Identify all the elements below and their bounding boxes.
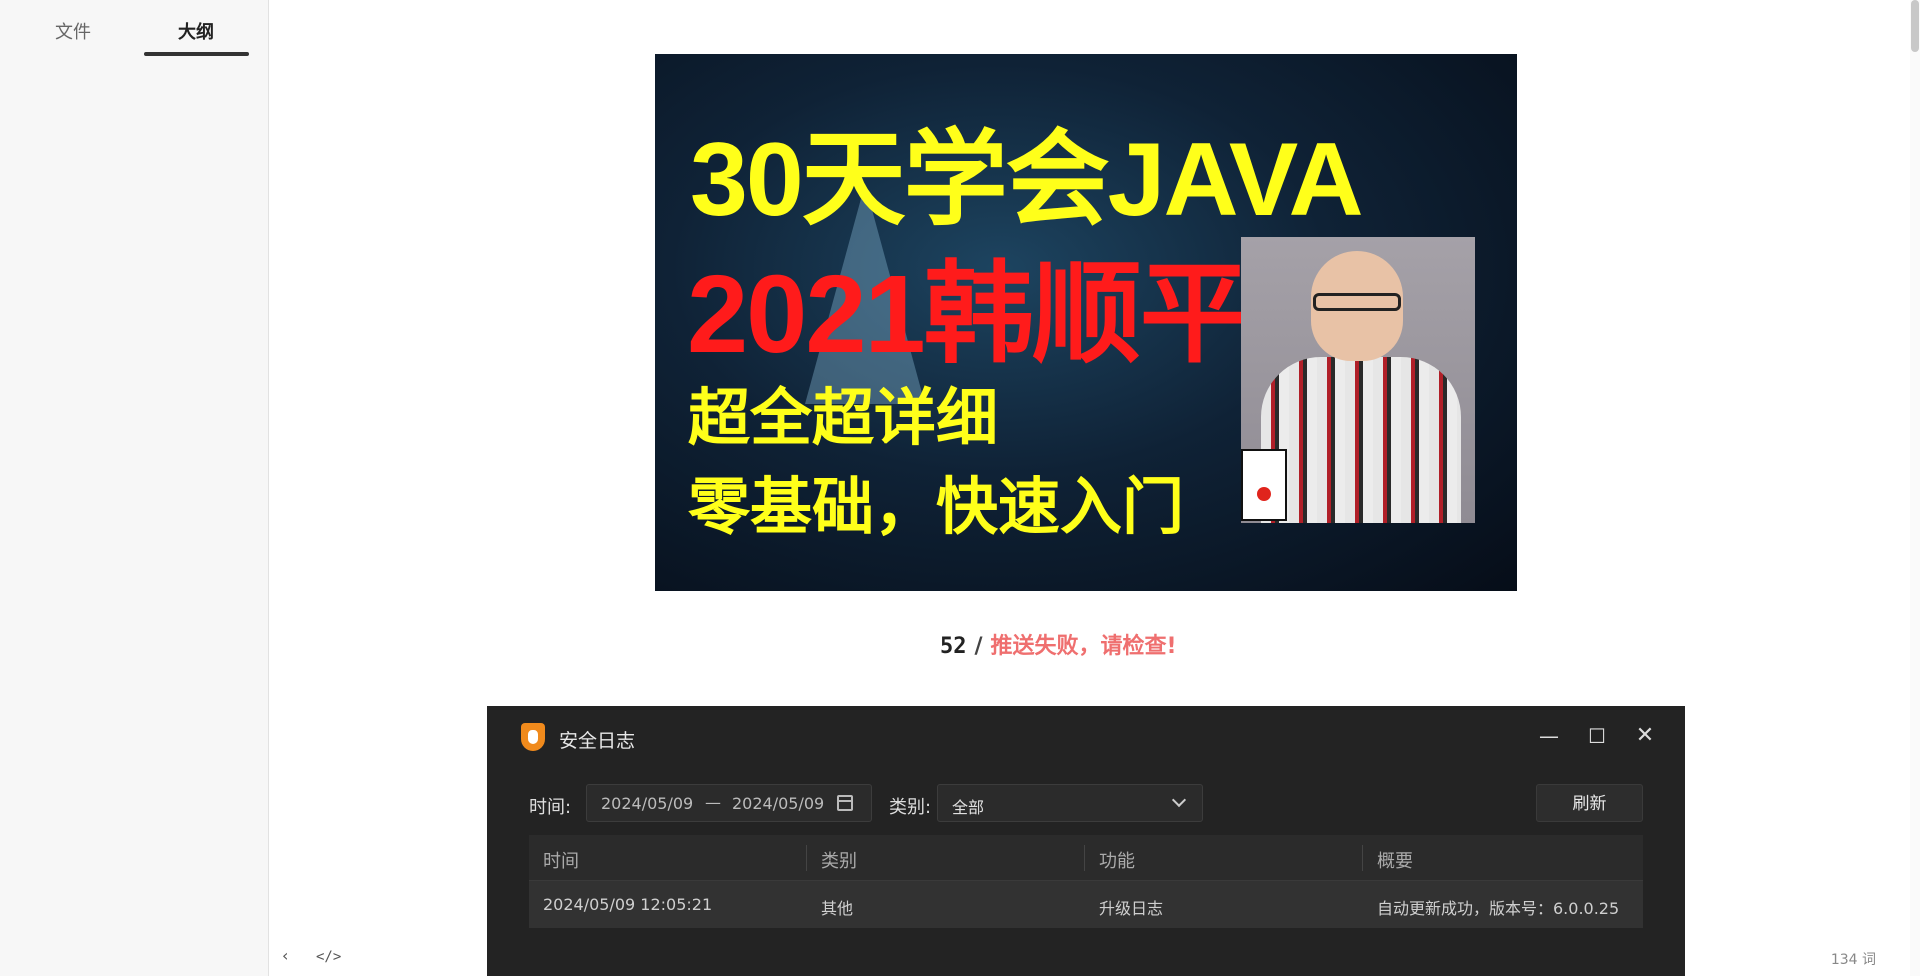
table-row[interactable]: 2024/05/09 12:05:21 其他 升级日志 自动更新成功，版本号：6… (529, 881, 1643, 928)
refresh-button[interactable]: 刷新 (1536, 784, 1643, 822)
window-title: 安全日志 (559, 730, 636, 752)
scrollbar-thumb[interactable] (1911, 0, 1919, 52)
date-end: 2024/05/09 (732, 794, 825, 813)
maximize-button[interactable]: ☐ (1581, 720, 1613, 752)
column-header-function[interactable]: 功能 (1099, 847, 1135, 873)
close-button[interactable]: ✕ (1629, 720, 1661, 752)
banner-subtitle: 超全超详细 (688, 384, 999, 453)
column-divider (806, 845, 807, 871)
course-banner-image: 30天学会JAVA 2021韩顺平 超全超详细 零基础，快速入门 (655, 54, 1517, 591)
photo-glasses (1313, 293, 1401, 311)
cell-type: 其他 (821, 899, 854, 918)
banner-tagline: 零基础，快速入门 (688, 473, 1185, 542)
push-status: 52 / 推送失败，请检查! (940, 628, 1177, 660)
security-log-window: 安全日志 — ☐ ✕ 时间: 2024/05/09 — 2024/05/09 类… (487, 706, 1685, 976)
column-header-type[interactable]: 类别 (821, 847, 857, 873)
instructor-photo (1241, 237, 1475, 523)
cell-time: 2024/05/09 12:05:21 (543, 895, 713, 914)
table-header: 时间 类别 功能 概要 (529, 835, 1643, 881)
column-header-time[interactable]: 时间 (543, 847, 579, 873)
banner-title: 30天学会JAVA (690, 122, 1364, 238)
column-divider (1084, 845, 1085, 871)
tab-outline[interactable]: 大纲 (178, 18, 214, 44)
tab-files[interactable]: 文件 (55, 18, 91, 44)
photo-shirt (1261, 357, 1461, 523)
status-number: 52 (940, 634, 967, 659)
column-divider (1362, 845, 1363, 871)
push-error-message: 推送失败，请检查! (990, 634, 1177, 659)
date-start: 2024/05/09 (601, 794, 694, 813)
date-separator: — (705, 793, 721, 812)
sidebar: 文件 大纲 (0, 0, 269, 976)
date-range-picker[interactable]: 2024/05/09 — 2024/05/09 (586, 784, 872, 822)
shield-logo-icon (521, 723, 545, 751)
scrollbar[interactable] (1910, 0, 1920, 976)
active-tab-indicator (144, 52, 249, 56)
window-titlebar[interactable]: 安全日志 — ☐ ✕ (487, 706, 1685, 766)
time-label: 时间: (529, 797, 572, 818)
minimize-button[interactable]: — (1533, 720, 1565, 752)
status-separator: / (974, 634, 983, 659)
java-duke-logo (1241, 449, 1287, 521)
banner-author: 2021韩顺平 (687, 253, 1250, 376)
word-count: 134 词 (1830, 952, 1876, 968)
log-table: 时间 类别 功能 概要 2024/05/09 12:05:21 其他 升级日志 … (529, 835, 1643, 928)
cell-summary: 自动更新成功，版本号：6.0.0.25 (1377, 899, 1620, 918)
type-select[interactable]: 全部 (937, 784, 1203, 822)
cell-function: 升级日志 (1099, 899, 1164, 918)
chevron-down-icon (1171, 792, 1187, 808)
calendar-icon[interactable] (837, 795, 853, 811)
chevron-left-icon[interactable]: ‹ (282, 946, 288, 965)
column-header-summary[interactable]: 概要 (1377, 847, 1413, 873)
filter-bar: 时间: 2024/05/09 — 2024/05/09 类别: 全部 刷新 (529, 784, 1643, 822)
type-label: 类别: (889, 797, 932, 818)
code-icon[interactable]: </> (316, 949, 341, 965)
type-selected-value: 全部 (952, 798, 985, 817)
